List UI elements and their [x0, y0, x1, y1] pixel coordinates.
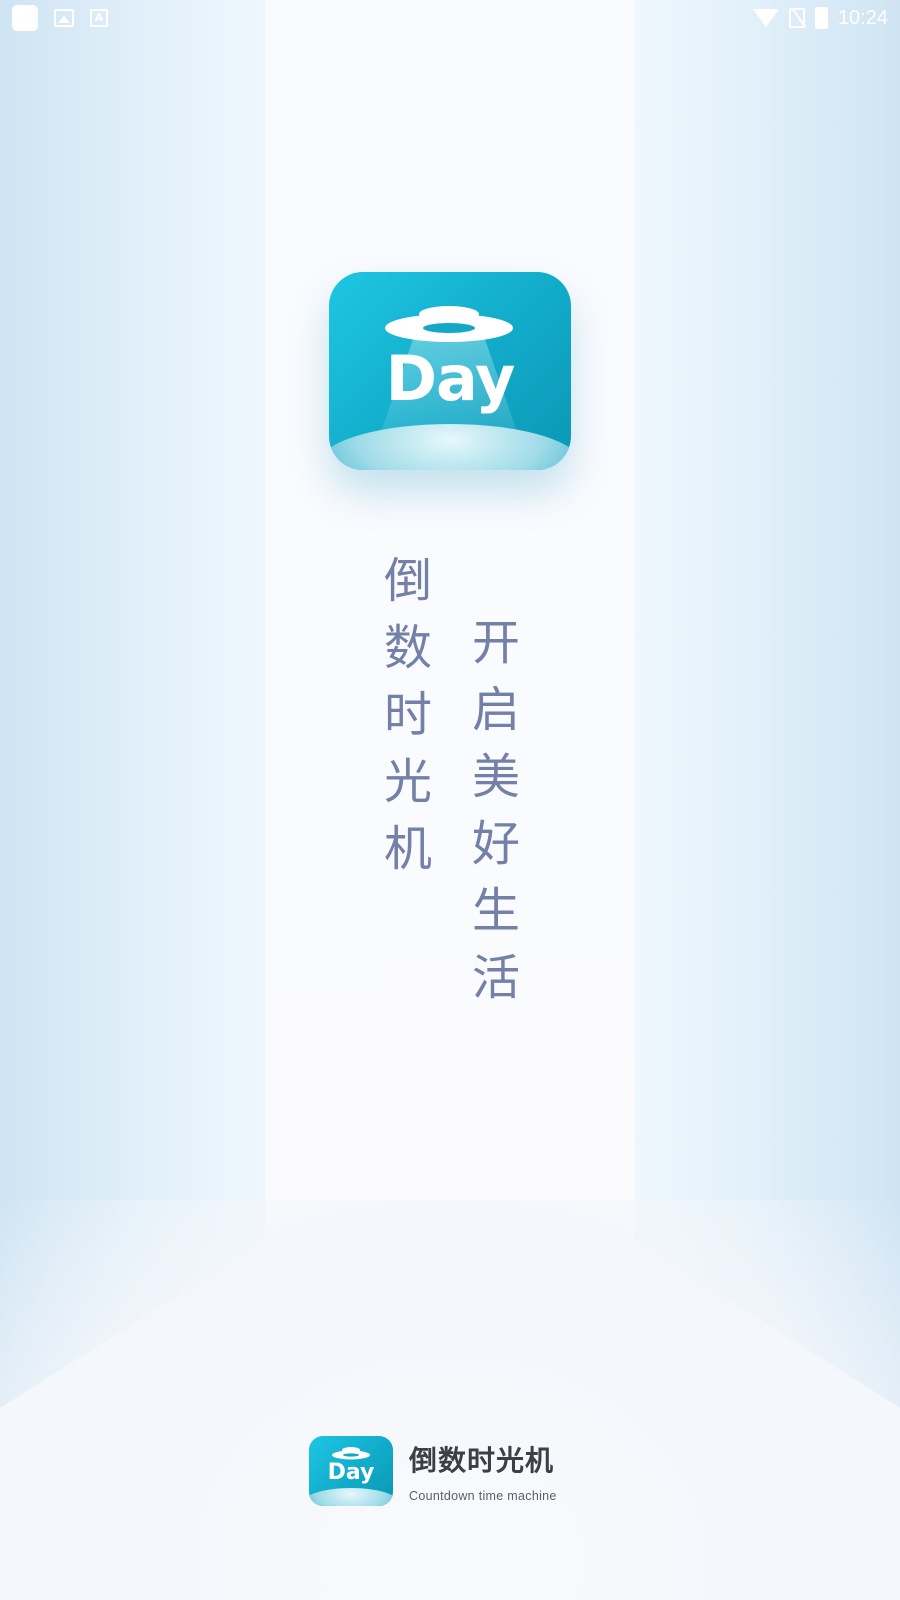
- brand-name: 倒数时光机: [409, 1444, 555, 1477]
- app-square-icon: [12, 5, 38, 31]
- slogan-char: 启: [471, 682, 520, 738]
- slogan-column-2: 开 启 美 好 生 活: [466, 610, 526, 1012]
- slogan-char: 美: [471, 749, 520, 805]
- brand-text: 倒数时光机 Countdown time machine: [409, 1439, 557, 1503]
- status-time: 10:24: [837, 6, 888, 29]
- slogan-char: 光: [383, 754, 432, 810]
- battery-charging-icon: [814, 7, 828, 29]
- slogan-char: 机: [383, 821, 432, 877]
- status-left-icons: A: [12, 5, 108, 31]
- slogan-char: 开: [471, 615, 520, 671]
- slogan-char: 数: [383, 620, 432, 676]
- slogan-char: 生: [471, 883, 520, 939]
- slogan-char: 时: [383, 687, 432, 743]
- brand-logo-word: Day: [327, 1460, 375, 1485]
- image-icon: [54, 9, 74, 27]
- status-right-icons: 10:24: [752, 6, 888, 30]
- font-a-icon: A: [90, 9, 108, 27]
- status-bar: A 10:24: [0, 0, 900, 36]
- background-floor: [0, 1200, 900, 1600]
- slogan-char: 倒: [383, 553, 432, 609]
- logo-ground: [309, 1488, 393, 1506]
- slogan-char: 活: [471, 950, 520, 1006]
- ufo-icon: [385, 306, 513, 342]
- brand-logo-icon: Day: [309, 1436, 393, 1506]
- slogan-column-1: 倒 数 时 光 机: [378, 548, 438, 883]
- brand-subtitle: Countdown time machine: [409, 1489, 557, 1503]
- wifi-icon: [752, 9, 779, 27]
- ufo-icon: [332, 1447, 370, 1460]
- slogan-char: 好: [471, 816, 520, 872]
- app-logo-icon: Day: [329, 272, 571, 470]
- brand-footer: Day 倒数时光机 Countdown time machine: [309, 1436, 557, 1506]
- no-sim-icon: [788, 8, 805, 28]
- logo-ground: [329, 424, 571, 470]
- logo-word: Day: [385, 342, 516, 415]
